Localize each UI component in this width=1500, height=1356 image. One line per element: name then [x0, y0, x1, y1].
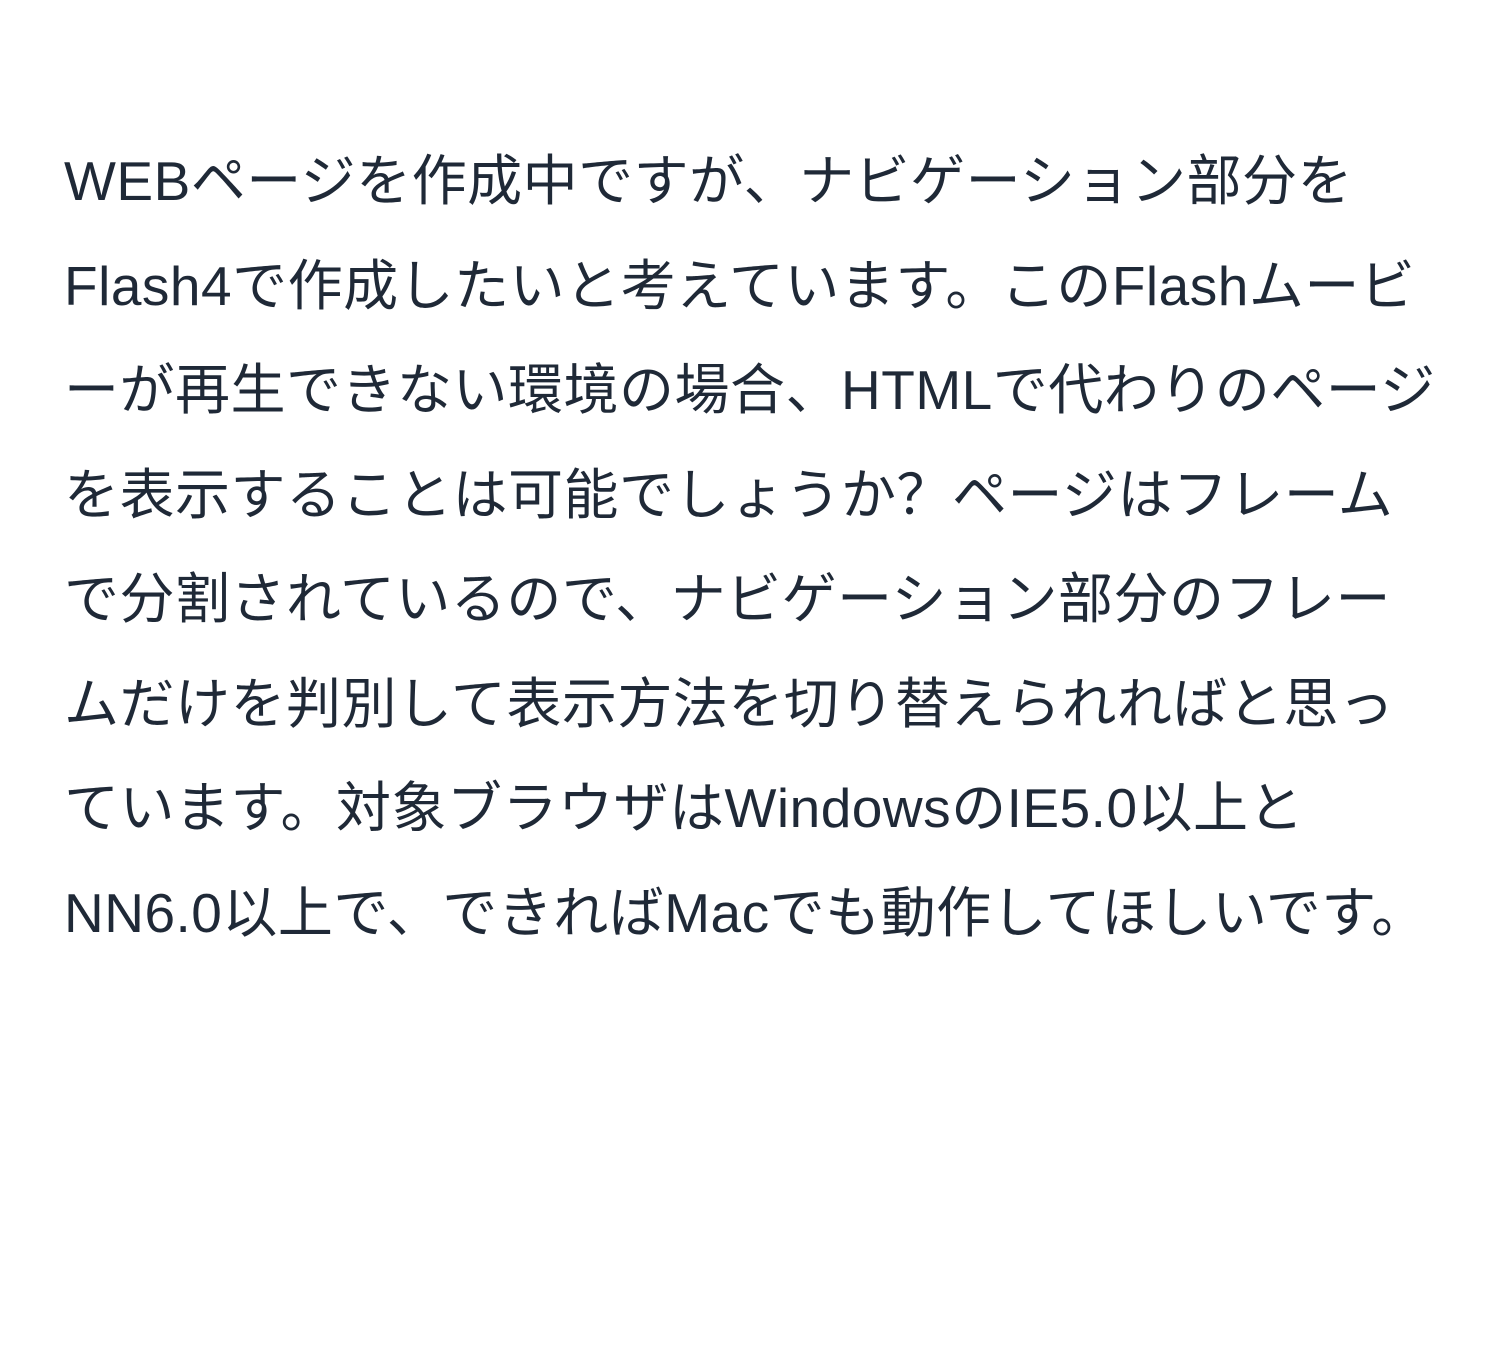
body-paragraph: WEBページを作成中ですが、ナビゲーション部分をFlash4で作成したいと考えて…	[64, 129, 1436, 965]
document-page: WEBページを作成中ですが、ナビゲーション部分をFlash4で作成したいと考えて…	[0, 0, 1500, 1356]
